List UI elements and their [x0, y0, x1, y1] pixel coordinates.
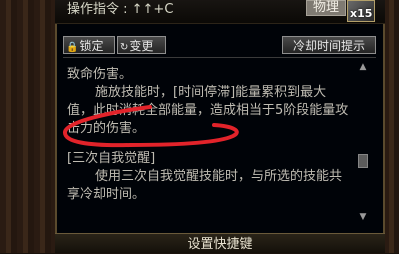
lock-button-label: 锁定 [79, 39, 104, 53]
divider [63, 57, 376, 58]
change-button[interactable]: ↻变更 [117, 36, 166, 54]
scroll-up-icon[interactable]: ▲ [358, 62, 368, 72]
change-button-label: 变更 [129, 39, 154, 53]
skill-description: 致命伤害。 施放技能时，[时间停滞]能量累积到最大值，此时消耗全部能量，造成相当… [67, 66, 349, 204]
set-hotkey-button[interactable]: 设置快捷键 [55, 233, 385, 253]
skill-type-badge: 物理 [306, 0, 346, 16]
icon-count: x15 [350, 7, 373, 20]
background-right [385, 0, 399, 253]
lock-button[interactable]: 🔒锁定 [63, 36, 115, 54]
scroll-thumb[interactable] [358, 154, 368, 168]
set-hotkey-label: 设置快捷键 [187, 237, 253, 252]
background-left [0, 0, 55, 253]
description-title: 致命伤害。 [67, 67, 133, 82]
lock-icon: 🔒 [66, 42, 79, 53]
cooldown-hint-button[interactable]: 冷却时间提示 [282, 36, 376, 54]
scrollbar[interactable]: ▲ ▼ [357, 62, 369, 232]
section-body: 使用三次自我觉醒技能时，与所选的技能共享冷却时间。 [67, 169, 343, 202]
hotkey-label: 操作指令 : ↑↑+C [67, 2, 174, 17]
scroll-down-icon[interactable]: ▼ [358, 212, 368, 222]
refresh-icon: ↻ [120, 42, 129, 53]
section-title: [三次自我觉醒] [67, 151, 156, 166]
description-body: 施放技能时，[时间停滞]能量累积到最大值，此时消耗全部能量，造成相当于5阶段能量… [67, 85, 349, 136]
